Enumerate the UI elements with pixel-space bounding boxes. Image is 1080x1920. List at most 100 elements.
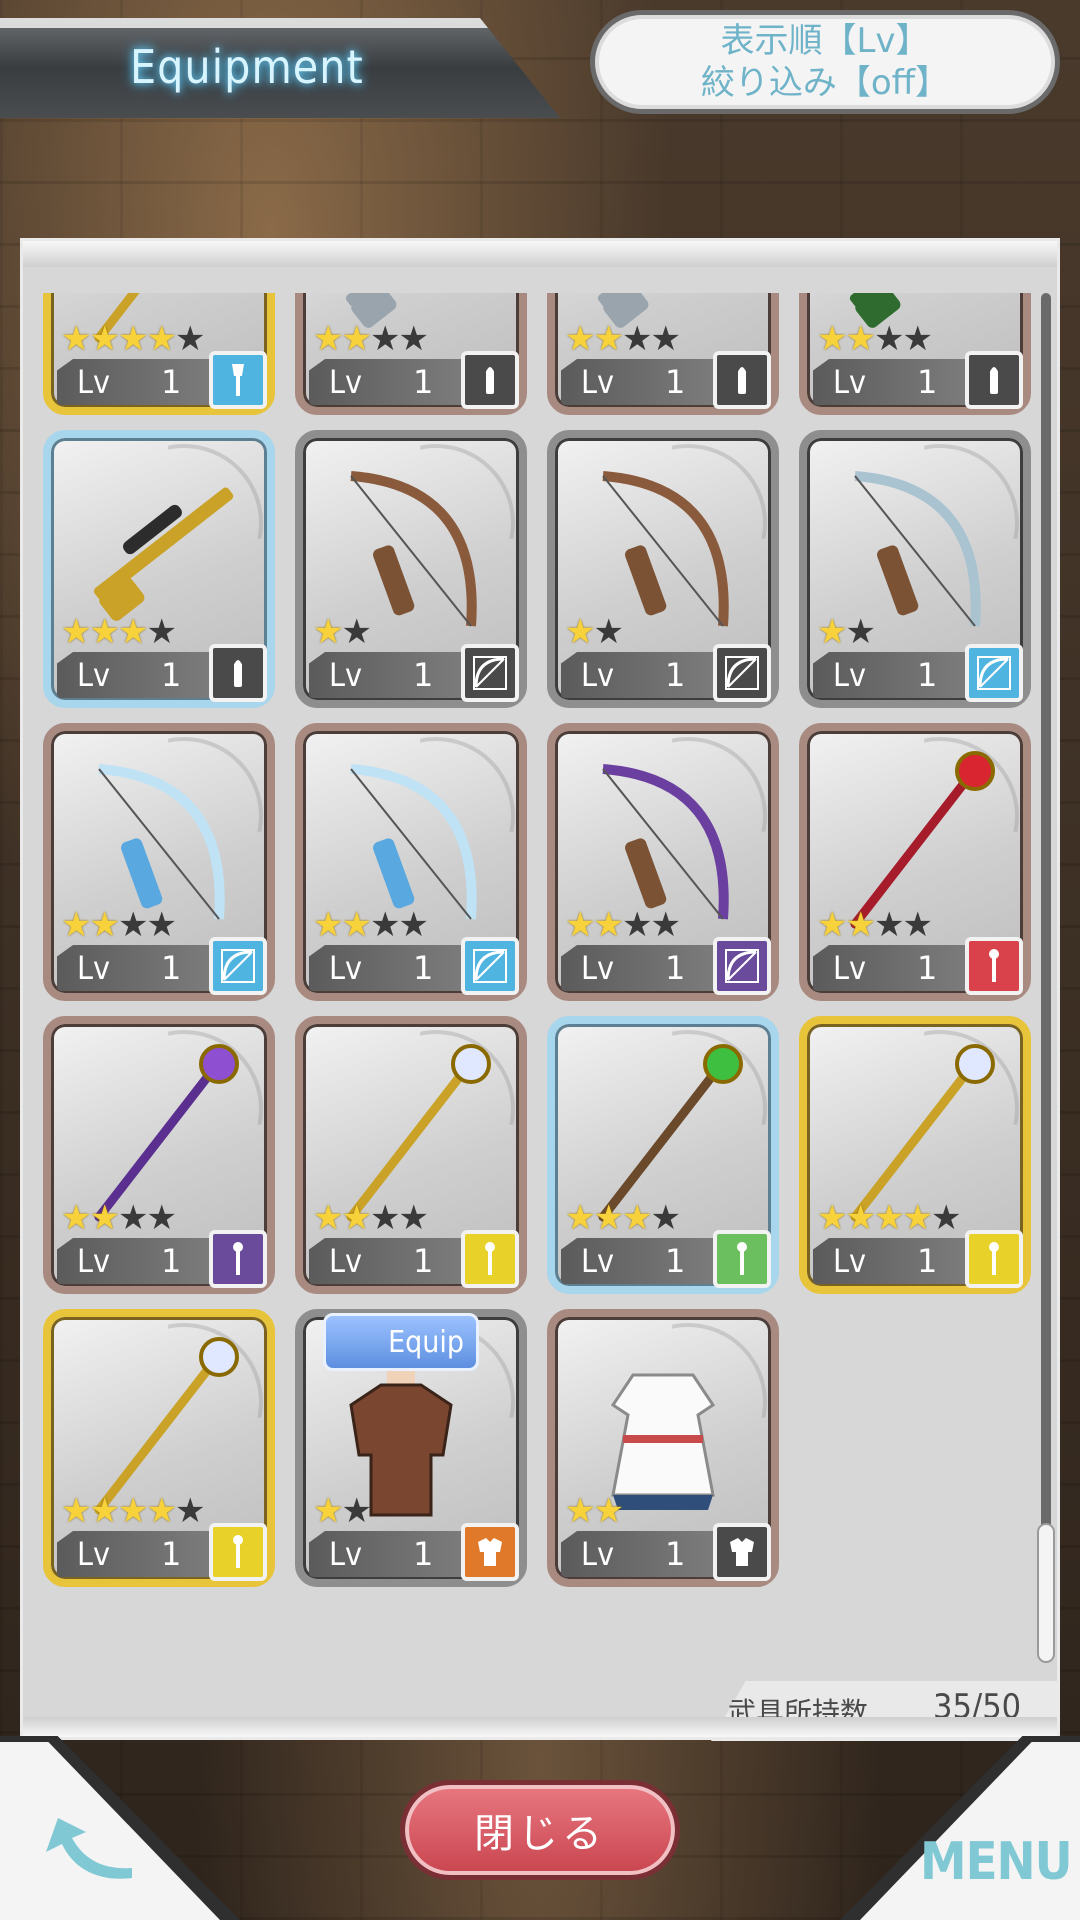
rarity-stars: ★★★★	[565, 1198, 681, 1238]
equipment-card[interactable]: ★★ Lv 1	[547, 1309, 779, 1587]
star-filled-icon: ★	[902, 1198, 933, 1238]
star-empty-icon: ★	[174, 319, 206, 359]
star-empty-icon: ★	[398, 319, 429, 359]
weapon-type-badge	[965, 644, 1023, 702]
star-filled-icon: ★	[117, 612, 149, 652]
equipment-card[interactable]: ★★★★★ Lv 1	[43, 293, 275, 415]
level-label: Lv	[329, 656, 363, 694]
star-empty-icon: ★	[593, 612, 624, 652]
menu-button[interactable]: MENU	[920, 1832, 1073, 1892]
level-label: Lv	[329, 1242, 363, 1280]
star-empty-icon: ★	[369, 905, 401, 945]
star-empty-icon: ★	[873, 905, 905, 945]
level-value: 1	[161, 363, 182, 401]
level-label: Lv	[329, 1535, 363, 1573]
staff-icon	[233, 1242, 243, 1275]
weapon-type-badge	[713, 1230, 771, 1288]
filter-label: 絞り込み【off】	[700, 63, 950, 103]
level-label: Lv	[77, 656, 111, 694]
star-filled-icon: ★	[341, 1198, 372, 1238]
level-value: 1	[917, 1242, 938, 1280]
level-value: 1	[413, 1242, 434, 1280]
star-filled-icon: ★	[313, 905, 344, 945]
level-value: 1	[665, 363, 686, 401]
star-empty-icon: ★	[369, 319, 401, 359]
equipment-card[interactable]: ★★★★ Lv 1	[799, 293, 1031, 415]
star-empty-icon: ★	[117, 1198, 149, 1238]
star-empty-icon: ★	[398, 1198, 429, 1238]
star-filled-icon: ★	[817, 612, 848, 652]
level-label: Lv	[581, 363, 615, 401]
weapon-type-badge	[461, 351, 519, 409]
level-value: 1	[161, 1242, 182, 1280]
weapon-type-badge	[209, 644, 267, 702]
star-filled-icon: ★	[89, 1491, 120, 1531]
star-filled-icon: ★	[565, 1491, 596, 1531]
star-filled-icon: ★	[313, 612, 344, 652]
equipment-grid-viewport[interactable]: ★★★★★ Lv 1 ★★★★ Lv 1 ★★★★ Lv 1 ★★★★ Lv 1 ★★★★ Lv 1 ★★ Lv…	[43, 293, 1043, 1665]
star-filled-icon: ★	[146, 1491, 177, 1531]
weapon-type-badge	[209, 351, 267, 409]
equipment-card[interactable]: ★★★★ Lv 1	[547, 723, 779, 1001]
star-filled-icon: ★	[117, 1491, 149, 1531]
mace-icon	[232, 364, 244, 396]
bow-icon	[977, 656, 1011, 690]
equipment-card[interactable]: Equip ★★ Lv 1	[295, 1309, 527, 1587]
star-filled-icon: ★	[593, 1491, 624, 1531]
star-empty-icon: ★	[621, 905, 653, 945]
weapon-type-badge	[209, 1523, 267, 1581]
level-label: Lv	[833, 1242, 867, 1280]
star-empty-icon: ★	[845, 612, 876, 652]
star-empty-icon: ★	[369, 1198, 401, 1238]
equipment-card[interactable]: ★★ Lv 1	[295, 430, 527, 708]
equipment-card[interactable]: ★★★★ Lv 1	[295, 723, 527, 1001]
equipment-card[interactable]: ★★★★ Lv 1	[295, 1016, 527, 1294]
level-label: Lv	[833, 363, 867, 401]
star-empty-icon: ★	[902, 905, 933, 945]
equipment-card[interactable]: ★★★★ Lv 1	[43, 430, 275, 708]
panel-bottom-rail	[23, 1717, 1057, 1737]
equipment-card[interactable]: ★★★★★ Lv 1	[43, 1309, 275, 1587]
equipment-card[interactable]: ★★★★ Lv 1	[43, 1016, 275, 1294]
staff-icon	[737, 1242, 747, 1275]
scrollbar-track[interactable]	[1041, 293, 1051, 1653]
star-empty-icon: ★	[146, 905, 177, 945]
star-empty-icon: ★	[650, 319, 681, 359]
rarity-stars: ★★★★	[313, 1198, 429, 1238]
bow-icon	[473, 949, 507, 983]
staff-icon	[989, 1242, 999, 1275]
star-filled-icon: ★	[593, 905, 624, 945]
bow-icon	[221, 949, 255, 983]
star-filled-icon: ★	[593, 1198, 624, 1238]
level-value: 1	[917, 363, 938, 401]
rarity-stars: ★★	[313, 612, 372, 652]
equipment-card[interactable]: ★★ Lv 1	[799, 430, 1031, 708]
weapon-type-badge	[713, 1523, 771, 1581]
equipment-card[interactable]: ★★★★ Lv 1	[295, 293, 527, 415]
level-value: 1	[917, 656, 938, 694]
rarity-stars: ★★★★★	[817, 1198, 961, 1238]
sort-filter-button[interactable]: 表示順【Lv】 絞り込み【off】	[590, 10, 1060, 114]
star-filled-icon: ★	[845, 319, 876, 359]
scrollbar-thumb[interactable]	[1037, 1523, 1055, 1663]
level-label: Lv	[77, 949, 111, 987]
back-arrow-icon[interactable]	[40, 1812, 140, 1892]
star-filled-icon: ★	[845, 905, 876, 945]
rarity-stars: ★★	[565, 1491, 624, 1531]
close-button[interactable]: 閉じる	[400, 1780, 680, 1880]
star-empty-icon: ★	[621, 319, 653, 359]
equipment-card[interactable]: ★★★★★ Lv 1	[799, 1016, 1031, 1294]
star-filled-icon: ★	[146, 319, 177, 359]
staff-icon	[485, 1242, 495, 1275]
level-value: 1	[413, 1535, 434, 1573]
equipment-card[interactable]: ★★★★ Lv 1	[799, 723, 1031, 1001]
equipment-card[interactable]: ★★★★ Lv 1	[547, 293, 779, 415]
level-label: Lv	[833, 949, 867, 987]
equipment-card[interactable]: ★★ Lv 1	[547, 430, 779, 708]
star-filled-icon: ★	[313, 319, 344, 359]
equipment-card[interactable]: ★★★★ Lv 1	[43, 723, 275, 1001]
rarity-stars: ★★★★	[565, 319, 681, 359]
star-filled-icon: ★	[89, 319, 120, 359]
equipment-card[interactable]: ★★★★ Lv 1	[547, 1016, 779, 1294]
weapon-type-badge	[209, 937, 267, 995]
